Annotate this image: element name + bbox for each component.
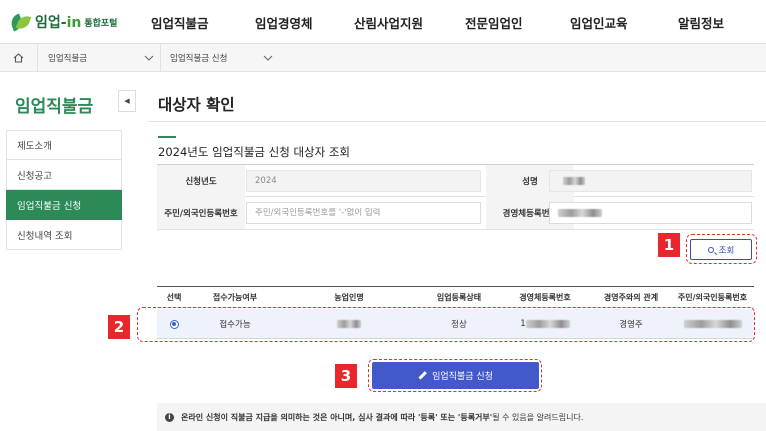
caret-left-icon: ◀ [124, 97, 130, 105]
sidebar-title: 임업직불금 [15, 97, 94, 117]
top-header: 임업-in 통합포털 임업직불금 임업경영체 산림사업지원 전문임업인 임업인교… [0, 0, 766, 44]
col-header-relation: 경영주와의 관계 [603, 293, 659, 302]
breadcrumb: 임업직불금 임업직불금 신청 [0, 44, 766, 72]
annotation-highlight-3 [368, 359, 542, 392]
col-header-reg-status: 임업등록상태 [436, 293, 482, 302]
sidebar-menu: 제도소개 신청공고 임업직불금 신청 신청내역 조회 [6, 130, 122, 250]
site-logo[interactable]: 임업-in 통합포털 [8, 10, 118, 34]
section-title: 2024년도 임업직불금 신청 대상자 조회 [158, 145, 351, 159]
rrn-input[interactable] [255, 208, 480, 218]
result-table-header: 선택 접수가능여부 농업인명 임업등록상태 경영체등록번호 경영주와의 관계 주… [157, 286, 754, 308]
logo-text: 임업-in [35, 15, 82, 31]
rrn-input-wrapper [246, 202, 481, 224]
year-label: 신청년도 [157, 165, 245, 197]
masked-biz-number [558, 209, 602, 217]
col-header-select: 선택 [166, 293, 182, 302]
nav-item-forestry-management[interactable]: 임업경영체 [255, 0, 313, 44]
col-header-rrn: 주민/외국인등록번호 [677, 293, 748, 302]
notice-text: 온라인 신청이 직불금 지급을 의미하는 것은 아니며, 심사 결과에 따라 '… [181, 412, 584, 422]
breadcrumb-item-apply[interactable]: 임업직불금 신청 [170, 44, 227, 71]
col-header-availability: 접수가능여부 [212, 293, 258, 302]
page-title: 대상자 확인 [158, 96, 235, 114]
logo-subtitle: 통합포털 [84, 18, 118, 29]
section-accent-bar [158, 136, 176, 138]
sidebar-item-history[interactable]: 신청내역 조회 [6, 220, 122, 250]
col-header-biz-number: 경영체등록번호 [519, 293, 571, 302]
chevron-down-icon[interactable] [144, 44, 154, 71]
nav-item-forester-education[interactable]: 임업인교육 [570, 0, 628, 44]
annotation-highlight-1 [686, 234, 757, 264]
sidebar-toggle-button[interactable]: ◀ [118, 90, 136, 112]
breadcrumb-item-direct-payment[interactable]: 임업직불금 [48, 44, 87, 71]
search-form: 신청년도 2024 성명 주민/외국인등록번호 경영체등록번호 [157, 164, 754, 230]
year-field: 2024 [246, 170, 481, 192]
annotation-badge-1: 1 [658, 233, 680, 257]
notice-box: i 온라인 신청이 직불금 지급을 의미하는 것은 아니며, 심사 결과에 따라… [157, 403, 766, 431]
nav-item-notice[interactable]: 알림정보 [678, 0, 724, 44]
sidebar-item-apply[interactable]: 임업직불금 신청 [6, 190, 122, 220]
annotation-highlight-2 [137, 307, 755, 342]
masked-name [563, 177, 585, 185]
name-field [549, 170, 752, 192]
nav-item-professional-forester[interactable]: 전문임업인 [465, 0, 523, 44]
col-header-farmer-name: 농업인명 [334, 293, 364, 302]
chevron-down-icon[interactable] [263, 44, 273, 71]
sidebar-item-intro[interactable]: 제도소개 [6, 130, 122, 160]
annotation-badge-2: 2 [108, 315, 130, 339]
nav-item-forest-project-support[interactable]: 산림사업지원 [354, 0, 423, 44]
annotation-badge-3: 3 [335, 364, 357, 388]
title-divider [148, 121, 766, 122]
info-icon: i [165, 412, 174, 422]
biz-field[interactable] [549, 202, 752, 224]
sidebar-item-announcement[interactable]: 신청공고 [6, 160, 122, 190]
rrn-label: 주민/외국인등록번호 [157, 197, 245, 229]
home-button[interactable] [0, 44, 38, 71]
leaf-logo-icon [8, 12, 32, 32]
nav-item-direct-payment[interactable]: 임업직불금 [151, 0, 209, 44]
home-icon [13, 52, 24, 63]
